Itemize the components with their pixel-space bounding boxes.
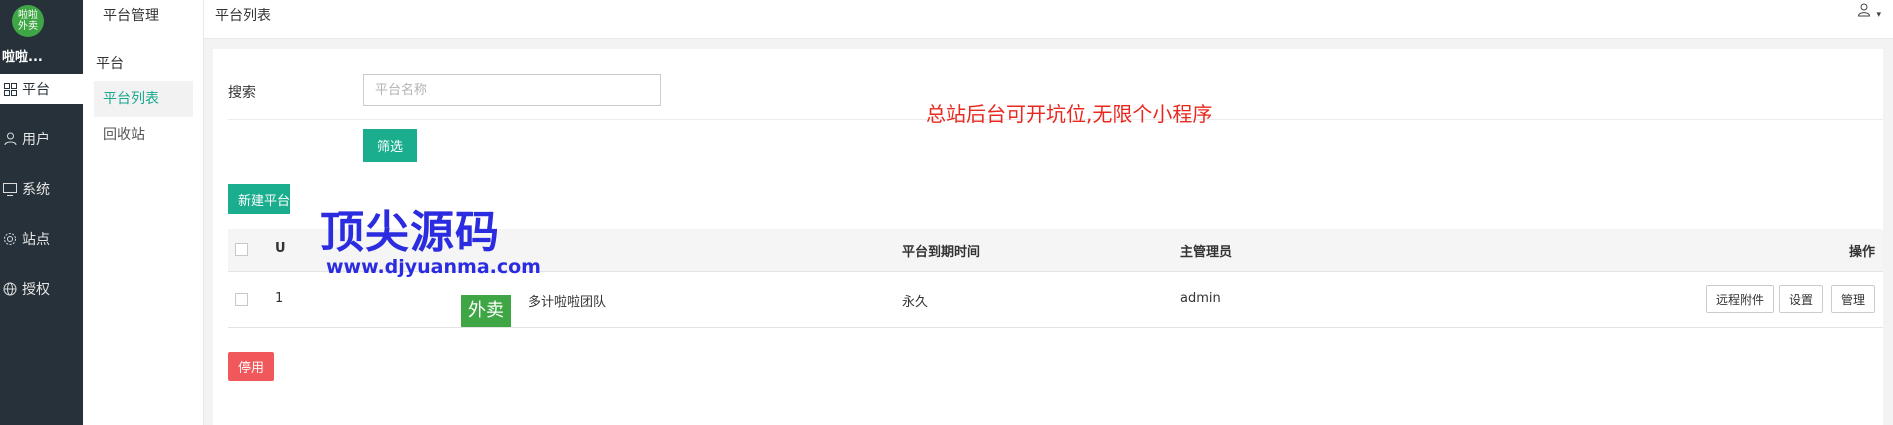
cell-expire: 永久 — [902, 295, 929, 310]
watermark-url: www.djyuanma.com — [326, 256, 541, 278]
cell-id: 1 — [275, 291, 284, 306]
sidebar-item-label: 用户 — [22, 132, 50, 148]
sidebar-item-system[interactable]: 系统 — [0, 174, 83, 204]
user-icon — [2, 131, 18, 147]
row-checkbox[interactable] — [235, 293, 248, 306]
settings-button[interactable]: 设置 — [1778, 285, 1823, 313]
sidebar-item-label: 站点 — [22, 232, 50, 248]
chevron-down-icon: ▾ — [1876, 10, 1881, 20]
sidebar-item-platform[interactable]: 平台 — [0, 74, 83, 104]
subnav-item-recycle-bin[interactable]: 回收站 — [94, 117, 193, 153]
subnav-header: 平台管理 — [103, 8, 159, 24]
app-logo[interactable]: 啦啦 外卖 — [12, 5, 44, 37]
user-icon — [1858, 3, 1876, 21]
brand-name: 啦啦... — [2, 50, 43, 65]
sidebar-item-user[interactable]: 用户 — [0, 124, 83, 154]
main-sidebar: 啦啦 外卖 啦啦... 平台 用户 系统 站点 授权 — [0, 0, 83, 425]
disable-button[interactable]: 停用 — [228, 352, 274, 381]
remote-attachment-button[interactable]: 远程附件 — [1705, 285, 1774, 313]
new-platform-button[interactable]: 新建平台 — [228, 184, 290, 214]
search-input[interactable] — [363, 74, 661, 106]
watermark-title: 顶尖源码 — [320, 207, 500, 258]
column-header-id: U — [275, 241, 286, 256]
gear-icon — [2, 231, 18, 247]
column-header-actions: 操作 — [1848, 245, 1875, 260]
promo-text: 总站后台可开坑位,无限个小程序 — [926, 102, 1213, 126]
monitor-icon — [2, 181, 18, 197]
watermark: 顶尖源码 www.djyuanma.com — [300, 192, 555, 282]
search-label: 搜索 — [228, 85, 256, 101]
cell-admin: admin — [1180, 291, 1221, 306]
manage-button[interactable]: 管理 — [1830, 285, 1875, 313]
sidebar-item-site[interactable]: 站点 — [0, 224, 83, 254]
filter-button[interactable]: 筛选 — [363, 129, 417, 162]
column-header-admin: 主管理员 — [1180, 245, 1233, 260]
select-all-checkbox[interactable] — [235, 243, 248, 256]
sub-sidebar: 平台管理 平台 平台列表 回收站 — [83, 0, 204, 425]
user-menu[interactable]: ▾ — [1858, 3, 1881, 21]
subnav-group-title: 平台 — [96, 56, 124, 72]
grid-icon — [2, 81, 18, 97]
sidebar-item-license[interactable]: 授权 — [0, 274, 83, 304]
sidebar-item-label: 系统 — [22, 182, 50, 198]
column-header-expire: 平台到期时间 — [902, 245, 981, 260]
subnav-item-platform-list[interactable]: 平台列表 — [94, 81, 193, 117]
sidebar-item-label: 平台 — [22, 82, 50, 98]
cell-platform-name: 多计啦啦团队 — [528, 295, 607, 310]
breadcrumb: 平台列表 — [215, 8, 271, 24]
sidebar-item-label: 授权 — [22, 282, 50, 298]
top-bar: 平台列表 ▾ — [204, 0, 1893, 39]
globe-icon — [2, 281, 18, 297]
watermark-badge: 外卖 — [461, 295, 511, 327]
